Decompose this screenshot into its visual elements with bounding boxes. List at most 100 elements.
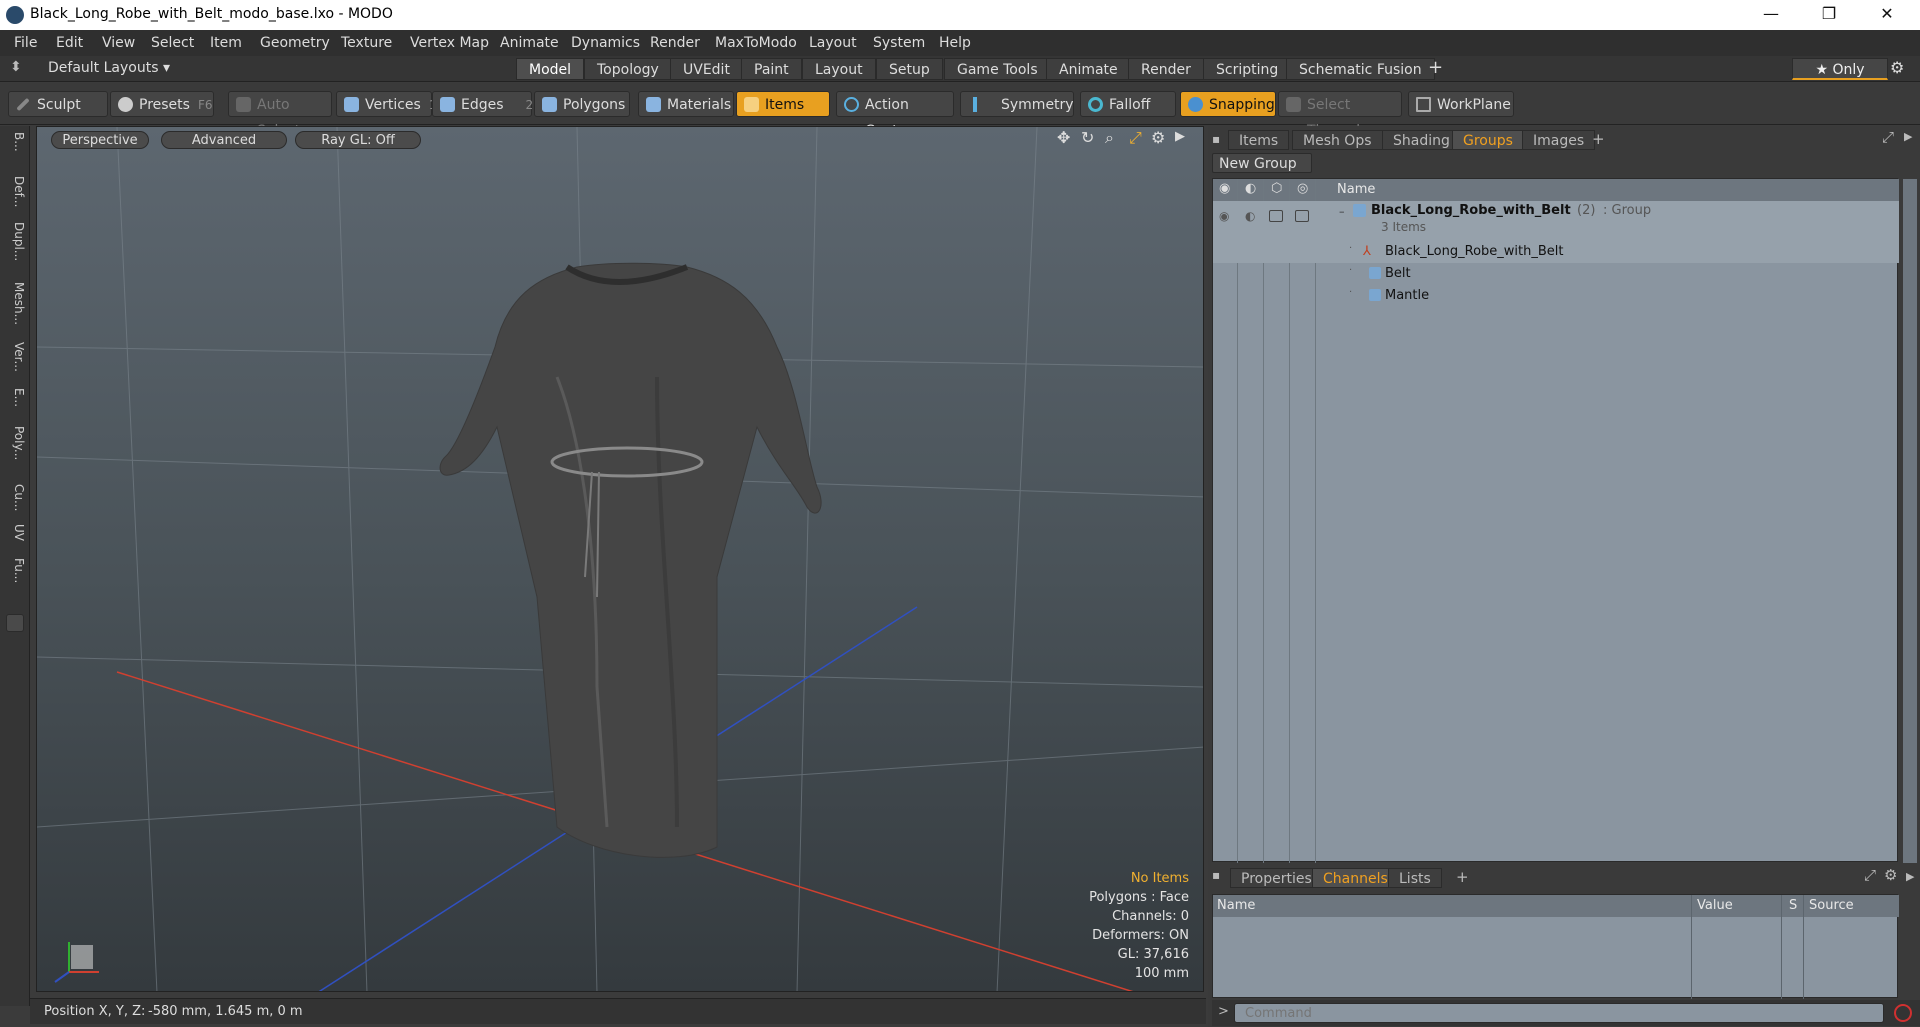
channels-list[interactable]: Name Value S Source: [1212, 894, 1899, 999]
layout-collapse-icon[interactable]: ⬍: [10, 59, 22, 75]
presets-button[interactable]: Presets F6: [110, 91, 214, 117]
tab-layout[interactable]: Layout: [802, 58, 876, 80]
menu-render[interactable]: Render: [650, 35, 700, 51]
command-input[interactable]: [1234, 1003, 1884, 1023]
advanced-button[interactable]: Advanced: [161, 131, 287, 149]
vtab-basic[interactable]: B...: [4, 132, 26, 152]
workplane-button[interactable]: WorkPlane: [1408, 91, 1514, 117]
bottom-expand-icon[interactable]: ⤢: [1864, 866, 1876, 884]
groups-scrollbar[interactable]: [1903, 179, 1917, 863]
tree-row-mantle[interactable]: · Mantle: [1213, 285, 1899, 307]
tab-images[interactable]: Images: [1522, 130, 1596, 150]
zoom-icon[interactable]: ⌕: [1105, 128, 1114, 148]
channel-s-header[interactable]: S: [1789, 898, 1797, 913]
tab-uvedit[interactable]: UVEdit: [670, 58, 743, 80]
tab-game-tools[interactable]: Game Tools: [944, 58, 1051, 80]
viewport-settings-icon[interactable]: ⚙: [1151, 128, 1165, 147]
polygons-button[interactable]: Polygons: [534, 91, 630, 117]
tab-schematic-fusion[interactable]: Schematic Fusion: [1286, 58, 1435, 80]
strip-expand-button[interactable]: [6, 614, 24, 632]
tree-row-belt[interactable]: · Belt: [1213, 263, 1899, 285]
menu-texture[interactable]: Texture: [341, 35, 392, 51]
tab-mesh-ops[interactable]: Mesh Ops: [1292, 130, 1383, 150]
visibility-eye-icon[interactable]: ◉: [1219, 209, 1229, 223]
only-toggle[interactable]: ★ Only: [1792, 58, 1888, 80]
add-layout-button[interactable]: +: [1428, 57, 1443, 78]
vtab-vertex[interactable]: Ver...: [4, 342, 26, 372]
record-macro-icon[interactable]: [1894, 1004, 1912, 1022]
falloff-button[interactable]: Falloff: [1080, 91, 1176, 117]
menu-help[interactable]: Help: [939, 35, 971, 51]
tab-scripting[interactable]: Scripting: [1203, 58, 1292, 80]
name-column-header[interactable]: Name: [1337, 182, 1375, 197]
menu-layout[interactable]: Layout: [809, 35, 857, 51]
tree-row-black-long-robe[interactable]: · ⅄ Black_Long_Robe_with_Belt: [1213, 241, 1899, 263]
vtab-curve[interactable]: Cu...: [4, 484, 26, 511]
symmetry-button[interactable]: Symmetry: [960, 91, 1074, 117]
vtab-edge[interactable]: E...: [4, 388, 26, 407]
vertices-button[interactable]: Vertices1: [336, 91, 436, 117]
tab-setup[interactable]: Setup: [876, 58, 943, 80]
close-button[interactable]: ✕: [1864, 0, 1910, 30]
default-layouts-dropdown[interactable]: Default Layouts ▾: [48, 60, 170, 76]
select-through-button[interactable]: Select Through: [1278, 91, 1402, 139]
3d-viewport[interactable]: ◦ Perspective Advanced Ray GL: Off ✥ ↻ ⌕…: [36, 126, 1204, 992]
tab-channels[interactable]: Channels: [1312, 868, 1399, 888]
snapping-button[interactable]: Snapping: [1180, 91, 1276, 117]
viewport-more-icon[interactable]: ▶: [1175, 129, 1185, 144]
tab-shading[interactable]: Shading: [1382, 130, 1461, 150]
vtab-deform[interactable]: Def...: [4, 176, 26, 207]
menu-vertex-map[interactable]: Vertex Map: [410, 35, 489, 51]
channel-source-header[interactable]: Source: [1809, 898, 1854, 913]
panel-expand-icon[interactable]: ⤢: [1882, 128, 1894, 146]
eye-icon[interactable]: ◉: [1219, 181, 1230, 196]
channel-name-header[interactable]: Name: [1217, 898, 1255, 913]
menu-dynamics[interactable]: Dynamics: [571, 35, 640, 51]
menu-system[interactable]: System: [873, 35, 925, 51]
menu-file[interactable]: File: [14, 35, 37, 51]
render-icon[interactable]: ◐: [1245, 181, 1256, 196]
panel-more-icon[interactable]: ▶: [1904, 130, 1912, 143]
bottom-panel-menu-icon[interactable]: ▪: [1212, 868, 1220, 882]
select-checkbox[interactable]: [1295, 210, 1309, 222]
vtab-uv[interactable]: UV: [4, 524, 26, 541]
panel-menu-icon[interactable]: ▪: [1212, 132, 1220, 146]
menu-animate[interactable]: Animate: [500, 35, 559, 51]
sculpt-button[interactable]: Sculpt: [8, 91, 108, 117]
pan-icon[interactable]: ✥: [1057, 128, 1070, 147]
bottom-more-icon[interactable]: ▶: [1906, 870, 1914, 883]
items-button[interactable]: Items: [736, 91, 830, 117]
lock-checkbox[interactable]: [1269, 210, 1283, 222]
perspective-button[interactable]: Perspective: [51, 131, 149, 149]
groups-list[interactable]: ◉ ◐ ⬡ ◎ Name ◉ ◐ – Black_Long_Robe_with_…: [1212, 178, 1917, 863]
action-center-button[interactable]: Action Center: [836, 91, 954, 139]
tab-groups[interactable]: Groups: [1452, 130, 1524, 150]
auto-select-button[interactable]: Auto Select: [228, 91, 332, 139]
menu-maxtomodo[interactable]: MaxToModo: [715, 35, 797, 51]
vtab-mesh-edit[interactable]: Mesh...: [4, 282, 26, 325]
vtab-fusion[interactable]: Fu...: [4, 558, 26, 583]
tab-render[interactable]: Render: [1128, 58, 1204, 80]
restore-button[interactable]: ❐: [1806, 0, 1852, 30]
tab-model[interactable]: Model: [516, 58, 585, 80]
render-toggle-icon[interactable]: ◐: [1245, 209, 1255, 223]
menu-geometry[interactable]: Geometry: [260, 35, 330, 51]
new-group-button[interactable]: New Group: [1212, 153, 1312, 173]
channel-value-header[interactable]: Value: [1697, 898, 1733, 913]
tab-properties[interactable]: Properties: [1230, 868, 1323, 888]
select-icon[interactable]: ◎: [1297, 181, 1308, 196]
tab-animate[interactable]: Animate: [1046, 58, 1131, 80]
tab-paint[interactable]: Paint: [741, 58, 802, 80]
collapse-icon[interactable]: –: [1339, 205, 1345, 218]
minimize-button[interactable]: —: [1748, 0, 1794, 30]
menu-edit[interactable]: Edit: [56, 35, 83, 51]
bottom-gear-icon[interactable]: ⚙: [1884, 866, 1897, 884]
group-row[interactable]: ◉ ◐ – Black_Long_Robe_with_Belt (2) : Gr…: [1213, 201, 1899, 241]
tab-lists[interactable]: Lists: [1388, 868, 1442, 888]
menu-item[interactable]: Item: [210, 35, 242, 51]
maximize-viewport-icon[interactable]: ⤢: [1129, 128, 1142, 148]
vtab-duplicate[interactable]: Dupl...: [4, 222, 26, 261]
vtab-polygon[interactable]: Poly...: [4, 426, 26, 460]
tab-topology[interactable]: Topology: [584, 58, 672, 80]
edges-button[interactable]: Edges 2: [432, 91, 533, 117]
